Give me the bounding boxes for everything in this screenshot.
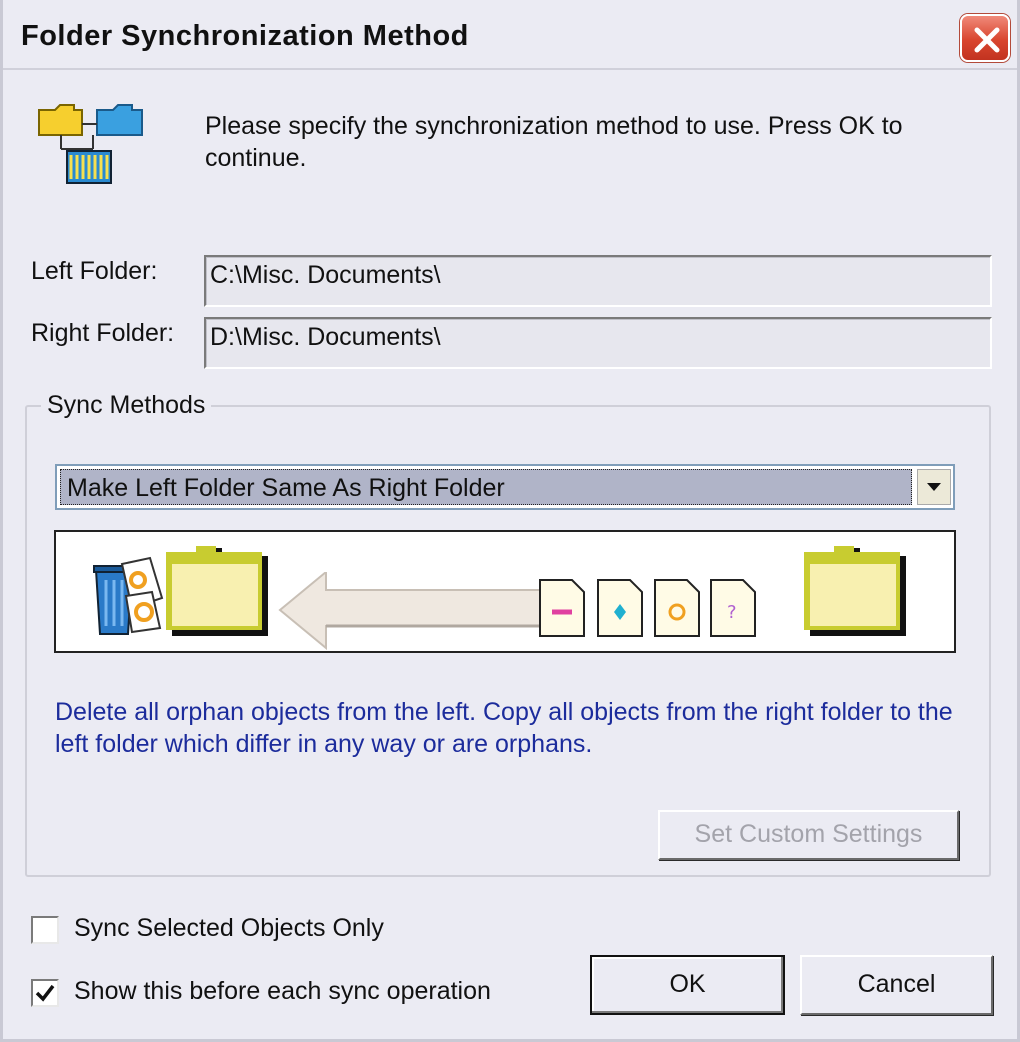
folder-icon (166, 546, 268, 636)
sync-methods-legend: Sync Methods (41, 391, 212, 420)
sync-method-selected[interactable]: Make Left Folder Same As Right Folder (60, 469, 912, 505)
sync-method-dropdown[interactable]: Make Left Folder Same As Right Folder (55, 464, 955, 510)
close-icon (974, 27, 1000, 53)
file-icon (654, 579, 700, 637)
right-folder-label: Right Folder: (31, 319, 175, 347)
right-folder-path[interactable]: D:\Misc. Documents\ (204, 317, 992, 369)
instruction-text: Please specify the synchronization metho… (205, 112, 903, 172)
folder-sync-icon (38, 104, 143, 184)
left-folder-path[interactable]: C:\Misc. Documents\ (204, 255, 992, 307)
dialog-title: Folder Synchronization Method (21, 20, 469, 52)
show-before-sync-label[interactable]: Show this before each sync operation (74, 977, 491, 1006)
ok-button[interactable]: OK (590, 955, 785, 1015)
cancel-button[interactable]: Cancel (800, 955, 993, 1015)
sync-selected-label[interactable]: Sync Selected Objects Only (74, 914, 384, 943)
folder-icon (804, 546, 906, 636)
dropdown-arrow-button[interactable] (917, 469, 951, 505)
file-icon (539, 579, 585, 637)
arrow-left-icon (278, 572, 548, 650)
checkmark-icon (35, 984, 55, 1002)
set-custom-settings-button[interactable]: Set Custom Settings (658, 810, 959, 860)
file-icon: ? (710, 579, 756, 637)
left-folder-label: Left Folder: (31, 257, 158, 285)
svg-text:?: ? (727, 602, 737, 623)
title-bar[interactable]: Folder Synchronization Method (3, 0, 1017, 70)
sync-method-description: Delete all orphan objects from the left.… (55, 698, 953, 758)
file-icon (597, 579, 643, 637)
recycle-bin-icon (93, 556, 164, 635)
sync-selected-checkbox[interactable] (31, 916, 59, 944)
sync-method-preview: ? (54, 530, 956, 653)
close-button[interactable] (960, 14, 1010, 62)
show-before-sync-checkbox[interactable] (31, 979, 59, 1007)
sync-method-dialog: Folder Synchronization Method Please spe… (0, 0, 1020, 1042)
chevron-down-icon (927, 483, 941, 491)
